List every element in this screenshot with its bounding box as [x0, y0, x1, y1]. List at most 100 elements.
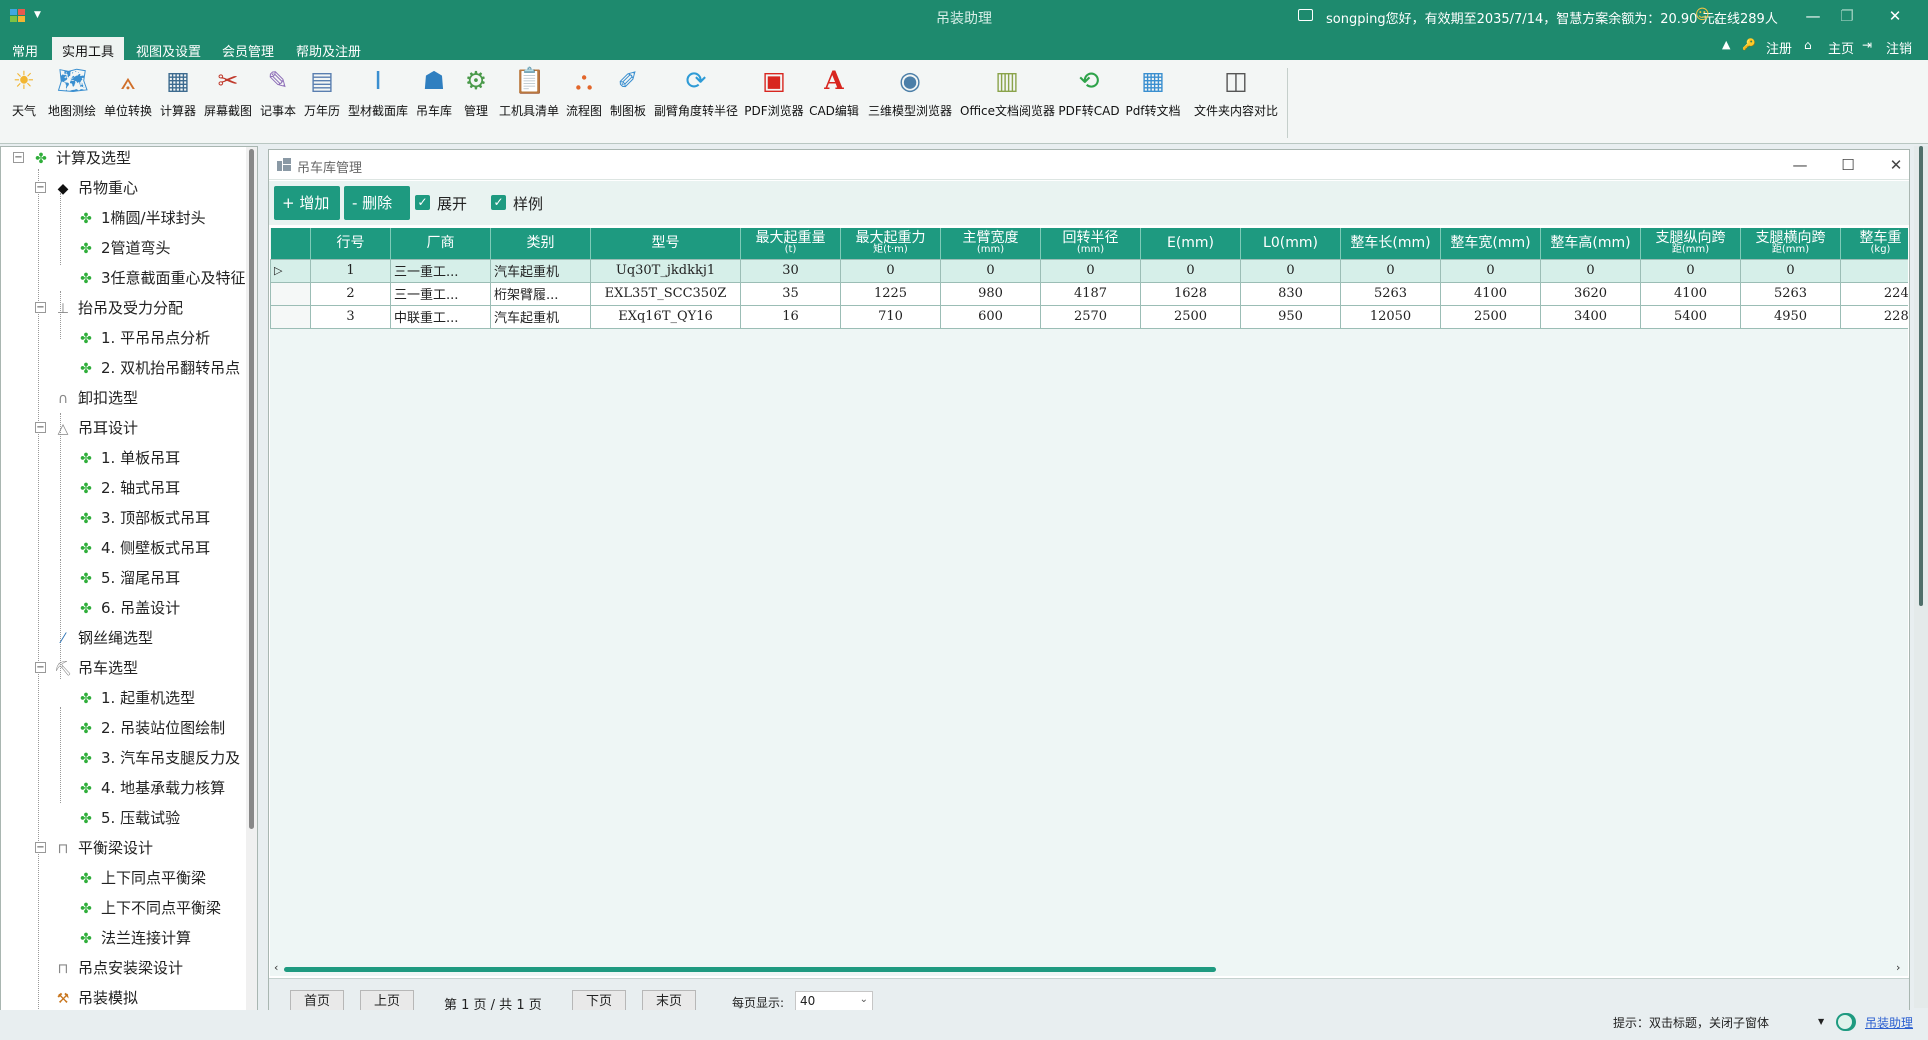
tool-notepad[interactable]: ✎ 记事本: [258, 66, 298, 119]
child-close-button[interactable]: ✕: [1881, 153, 1911, 177]
table-cell[interactable]: 2500: [1440, 304, 1541, 329]
table-cell[interactable]: 950: [1240, 304, 1341, 329]
collapse-icon[interactable]: −: [35, 422, 46, 433]
table-cell[interactable]: 5263: [1340, 281, 1441, 306]
column-header[interactable]: E(mm): [1140, 228, 1241, 259]
tree-node-lifting-cover[interactable]: ✤ 6. 吊盖设计: [76, 597, 180, 619]
table-cell[interactable]: 980: [940, 281, 1041, 306]
table-cell[interactable]: 2287: [1840, 304, 1908, 329]
table-cell[interactable]: 0: [1540, 258, 1641, 283]
add-button[interactable]: + 增加: [274, 186, 340, 220]
tool-weather[interactable]: ☀ 天气: [6, 66, 42, 119]
child-minimize-button[interactable]: —: [1785, 153, 1815, 177]
tree-node-same-point-beam[interactable]: ✤ 上下同点平衡梁: [76, 867, 206, 889]
register-link[interactable]: 注册: [1766, 38, 1792, 57]
row-header[interactable]: ▷: [270, 258, 311, 283]
tool-screenshot[interactable]: ✂ 屏幕截图: [202, 66, 254, 119]
column-header[interactable]: 整车重 (kg): [1840, 228, 1908, 259]
scroll-left-icon[interactable]: ‹: [274, 961, 278, 974]
tool-unit-convert[interactable]: ⟑ 单位转换: [102, 66, 154, 119]
logout-link[interactable]: 注销: [1886, 38, 1912, 57]
tree-node-flat-lift[interactable]: ✤ 1. 平吊吊点分析: [76, 327, 210, 349]
tree-node-crane-selection[interactable]: − ⛏ 吊车选型: [35, 657, 138, 679]
tree-node-station-drawing[interactable]: ✤ 2. 吊装站位图绘制: [76, 717, 225, 739]
table-cell[interactable]: 汽车起重机: [490, 258, 591, 283]
tree-node-top-plate-lug[interactable]: ✤ 3. 顶部板式吊耳: [76, 507, 210, 529]
table-cell[interactable]: 0: [1140, 258, 1241, 283]
table-cell[interactable]: 30: [740, 258, 841, 283]
column-header[interactable]: 支腿横向跨 距(mm): [1740, 228, 1841, 259]
table-cell[interactable]: 5263: [1740, 281, 1841, 306]
menu-tab-membership[interactable]: 会员管理: [212, 37, 284, 60]
status-dropdown-icon[interactable]: ▼: [1818, 1017, 1824, 1026]
tree-node-lifting-point-beam[interactable]: ⊓ 吊点安装梁设计: [53, 957, 183, 979]
collapse-icon[interactable]: −: [35, 842, 46, 853]
child-title-bar[interactable]: 吊车库管理 — ☐ ✕: [269, 150, 1909, 180]
scrollbar-thumb[interactable]: [284, 967, 1216, 972]
column-header[interactable]: 整车宽(mm): [1440, 228, 1541, 259]
tree-node-dual-crane-flip[interactable]: ✤ 2. 双机抬吊翻转吊点: [76, 357, 240, 379]
collapse-icon[interactable]: −: [35, 662, 46, 673]
child-maximize-button[interactable]: ☐: [1833, 153, 1863, 177]
close-button[interactable]: ✕: [1880, 5, 1910, 27]
tool-pdf-viewer[interactable]: ▣ PDF浏览器: [744, 66, 804, 119]
tree-node-tailing-lug[interactable]: ✤ 5. 溜尾吊耳: [76, 567, 180, 589]
expand-checkbox[interactable]: ✓: [415, 195, 430, 210]
column-header[interactable]: 类别: [490, 228, 591, 259]
table-cell[interactable]: 三一重工...: [390, 281, 491, 306]
tool-pdf-to-cad[interactable]: ⟲ PDF转CAD: [1058, 66, 1120, 119]
table-cell[interactable]: 5400: [1640, 304, 1741, 329]
tool-pdf-to-doc[interactable]: ▦ Pdf转文档: [1124, 66, 1182, 119]
table-cell[interactable]: 1225: [840, 281, 941, 306]
app-link[interactable]: 吊装助理: [1865, 1014, 1913, 1031]
tool-3d-viewer[interactable]: ◉ 三维模型浏览器: [864, 66, 956, 119]
table-cell[interactable]: 2: [310, 281, 391, 306]
table-cell[interactable]: 0: [1840, 258, 1908, 283]
table-cell[interactable]: EXq16T_QY16: [590, 304, 741, 329]
tree-node-flange-calc[interactable]: ✤ 法兰连接计算: [76, 927, 191, 949]
column-header[interactable]: 厂商: [390, 228, 491, 259]
main-vertical-scrollbar[interactable]: [1914, 146, 1928, 1008]
table-cell[interactable]: 2500: [1140, 304, 1241, 329]
menu-tab-common[interactable]: 常用: [2, 37, 48, 60]
table-cell[interactable]: 35: [740, 281, 841, 306]
tree-node-wire-rope[interactable]: ⁄ 钢丝绳选型: [53, 627, 153, 649]
tool-cad-edit[interactable]: A CAD编辑: [808, 66, 860, 119]
table-cell[interactable]: 桁架臂履...: [490, 281, 591, 306]
column-header[interactable]: 支腿纵向跨 距(mm): [1640, 228, 1741, 259]
table-cell[interactable]: 830: [1240, 281, 1341, 306]
table-cell[interactable]: 0: [1240, 258, 1341, 283]
table-cell[interactable]: 0: [1740, 258, 1841, 283]
tool-map-survey[interactable]: 🗺 地图测绘: [46, 66, 98, 119]
collapse-ribbon-icon[interactable]: ▲: [1722, 38, 1730, 51]
column-header[interactable]: 型号: [590, 228, 741, 259]
column-header[interactable]: 最大起重量 (t): [740, 228, 841, 259]
table-cell[interactable]: 4100: [1440, 281, 1541, 306]
menu-tab-view-settings[interactable]: 视图及设置: [126, 37, 211, 60]
maximize-button[interactable]: ❐: [1832, 5, 1862, 27]
table-cell[interactable]: 3620: [1540, 281, 1641, 306]
tree-vertical-scrollbar[interactable]: [246, 147, 257, 1032]
row-header[interactable]: [270, 304, 311, 329]
table-cell[interactable]: Uq30T_jkdkkj1: [590, 258, 741, 283]
table-cell[interactable]: 0: [940, 258, 1041, 283]
table-cell[interactable]: 0: [840, 258, 941, 283]
menu-tab-help-register[interactable]: 帮助及注册: [286, 37, 371, 60]
tool-manage[interactable]: ⚙ 管理: [458, 66, 494, 119]
tool-calculator[interactable]: ▦ 计算器: [158, 66, 198, 119]
table-cell[interactable]: 3: [310, 304, 391, 329]
tool-jib-angle-radius[interactable]: ⟳ 副臂角度转半径: [652, 66, 740, 119]
grid-horizontal-scrollbar[interactable]: ‹ ›: [270, 961, 1908, 976]
tool-drawing-board[interactable]: ✐ 制图板: [608, 66, 648, 119]
tool-section-steel[interactable]: Ⅰ 型材截面库: [346, 66, 410, 119]
tree-node-crane-choose[interactable]: ✤ 1. 起重机选型: [76, 687, 195, 709]
minimize-button[interactable]: —: [1798, 5, 1828, 27]
table-row[interactable]: ▷1三一重工...汽车起重机Uq30T_jkdkkj13000000000000: [270, 258, 1908, 283]
column-header[interactable]: 行号: [310, 228, 391, 259]
column-header[interactable]: 整车高(mm): [1540, 228, 1641, 259]
row-header[interactable]: [270, 281, 311, 306]
table-cell[interactable]: 600: [940, 304, 1041, 329]
tool-office-viewer[interactable]: ▥ Office文档阅览器: [960, 66, 1055, 119]
tree-node-ellipse-head[interactable]: ✤ 1椭圆/半球封头: [76, 207, 205, 229]
table-cell[interactable]: 4950: [1740, 304, 1841, 329]
